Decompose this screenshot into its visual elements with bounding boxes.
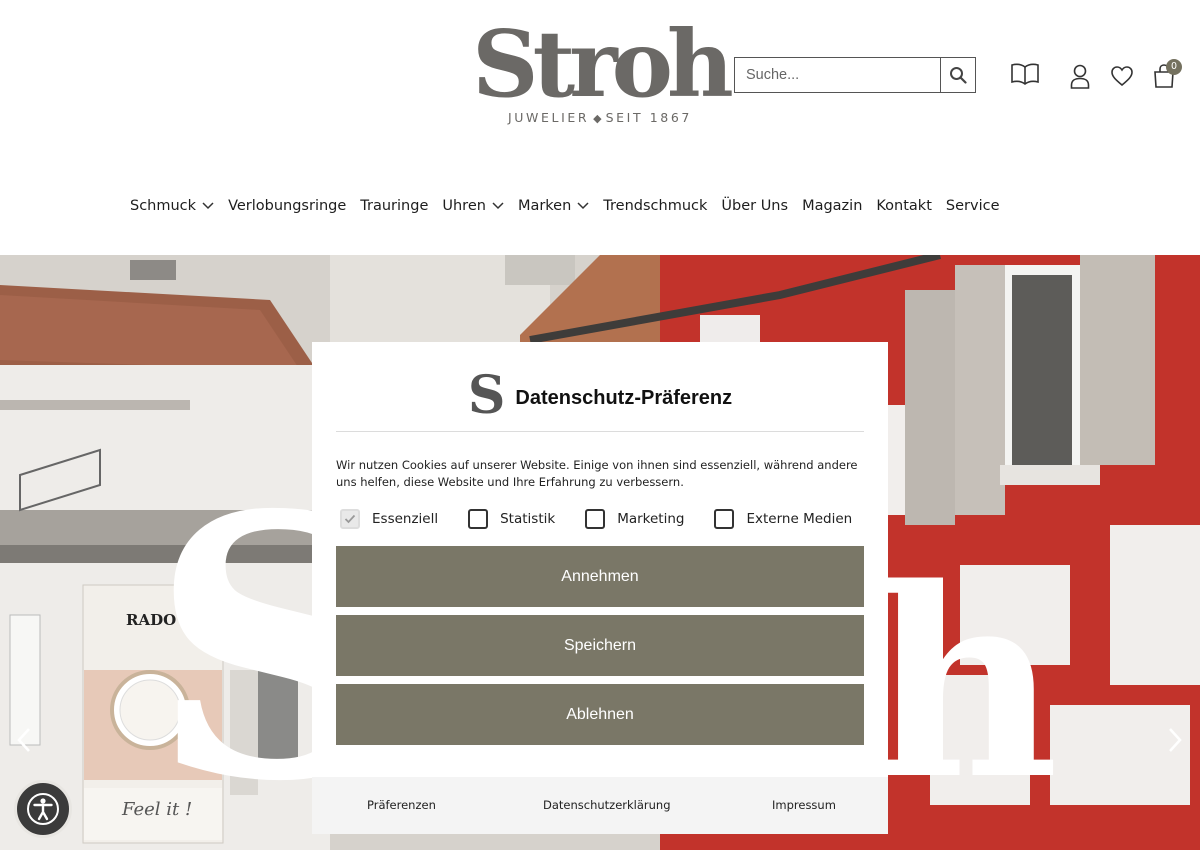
logo-wordmark: Stroh bbox=[472, 10, 734, 118]
nav-item-label: Trauringe bbox=[360, 198, 429, 214]
imprint-link[interactable]: Impressum bbox=[772, 798, 836, 812]
nav-item-label: Uhren bbox=[442, 198, 486, 214]
decline-button[interactable]: Ablehnen bbox=[336, 684, 864, 745]
nav-item-label: Über Uns bbox=[721, 198, 789, 214]
search-icon bbox=[950, 67, 967, 84]
checkbox-marketing[interactable]: Marketing bbox=[585, 509, 684, 529]
checkbox-box bbox=[340, 509, 360, 529]
accessibility-icon bbox=[27, 793, 59, 825]
poster-brand: RADO bbox=[126, 611, 176, 629]
nav-item-label: Kontakt bbox=[876, 198, 932, 214]
chevron-down-icon bbox=[492, 202, 504, 210]
logo-tagline-right: SEIT 1867 bbox=[605, 110, 692, 125]
nav-item-magazin[interactable]: Magazin bbox=[802, 198, 862, 214]
checkbox-statistik[interactable]: Statistik bbox=[468, 509, 555, 529]
search-box bbox=[734, 57, 976, 93]
checkbox-box[interactable] bbox=[468, 509, 489, 529]
checkbox-externe-medien[interactable]: Externe Medien bbox=[714, 509, 852, 529]
accessibility-button[interactable] bbox=[14, 780, 72, 838]
checkbox-label: Statistik bbox=[500, 511, 556, 527]
dialog-title: Datenschutz-Präferenz bbox=[515, 387, 733, 409]
poster-tagline: Feel it ! bbox=[121, 799, 192, 820]
cart-button[interactable]: 0 bbox=[1149, 59, 1182, 92]
account-icon bbox=[1070, 64, 1090, 89]
nav-item-marken[interactable]: Marken bbox=[518, 198, 589, 214]
checkbox-essenziell: Essenziell bbox=[340, 509, 438, 529]
checkbox-label: Marketing bbox=[617, 511, 685, 527]
checkbox-label: Essenziell bbox=[372, 511, 439, 527]
wishlist-button[interactable] bbox=[1107, 60, 1137, 92]
nav-item-schmuck[interactable]: Schmuck bbox=[130, 198, 214, 214]
nav-item-label: Service bbox=[945, 198, 1000, 214]
nav-item-uhren[interactable]: Uhren bbox=[442, 198, 504, 214]
chevron-left-icon bbox=[17, 728, 30, 752]
dialog-logo: S bbox=[467, 364, 506, 426]
stroh-logo[interactable]: Stroh JUWELIER ◆ SEIT 1867 bbox=[460, 18, 740, 130]
checkmark-icon bbox=[344, 514, 356, 524]
account-button[interactable] bbox=[1065, 60, 1095, 92]
dialog-header: S Datenschutz-Präferenz bbox=[336, 366, 864, 432]
checkbox-label: Externe Medien bbox=[746, 511, 853, 527]
cookie-consent-dialog: S Datenschutz-Präferenz Wir nutzen Cooki… bbox=[312, 342, 888, 834]
catalog-book-icon bbox=[1011, 63, 1039, 85]
nav-item-label: Magazin bbox=[802, 198, 863, 214]
logo-tagline-left: JUWELIER bbox=[508, 110, 590, 125]
nav-item-verlobungsringe[interactable]: Verlobungsringe bbox=[228, 198, 346, 214]
cart-count-badge: 0 bbox=[1166, 59, 1182, 75]
wishlist-heart-icon bbox=[1111, 66, 1133, 87]
checkbox-box[interactable] bbox=[714, 509, 735, 529]
site-header: Stroh JUWELIER ◆ SEIT 1867 Suche... 0 Sc… bbox=[0, 0, 1200, 255]
nav-item-über-uns[interactable]: Über Uns bbox=[721, 198, 788, 214]
slider-next-button[interactable] bbox=[1163, 725, 1187, 755]
save-button[interactable]: Speichern bbox=[336, 615, 864, 676]
cookie-category-checkboxes: Essenziell Statistik Marketing Externe Medi… bbox=[340, 509, 852, 529]
dialog-description: Wir nutzen Cookies auf unserer Website. … bbox=[336, 458, 858, 489]
logo-tagline: JUWELIER ◆ SEIT 1867 bbox=[460, 110, 740, 125]
nav-item-kontakt[interactable]: Kontakt bbox=[876, 198, 932, 214]
svg-text:h: h bbox=[870, 532, 1059, 837]
catalog-button[interactable] bbox=[1010, 58, 1040, 90]
search-button[interactable] bbox=[940, 58, 975, 92]
nav-item-label: Verlobungsringe bbox=[228, 198, 347, 214]
checkbox-box[interactable] bbox=[585, 509, 606, 529]
privacy-policy-link[interactable]: Datenschutzerklärung bbox=[543, 798, 671, 812]
nav-item-label: Trendschmuck bbox=[603, 198, 708, 214]
nav-item-service[interactable]: Service bbox=[946, 198, 1000, 214]
nav-item-trendschmuck[interactable]: Trendschmuck bbox=[603, 198, 707, 214]
diamond-icon: ◆ bbox=[593, 112, 602, 125]
chevron-down-icon bbox=[202, 202, 214, 210]
preferences-link[interactable]: Präferenzen bbox=[367, 798, 436, 812]
chevron-down-icon bbox=[577, 202, 589, 210]
main-navigation: Schmuck Verlobungsringe Trauringe Uhren Mark… bbox=[130, 194, 1014, 218]
nav-item-trauringe[interactable]: Trauringe bbox=[360, 198, 428, 214]
slider-prev-button[interactable] bbox=[12, 725, 36, 755]
dialog-footer: Präferenzen Datenschutzerklärung Impress… bbox=[312, 777, 888, 834]
search-input[interactable] bbox=[735, 58, 940, 92]
accept-button[interactable]: Annehmen bbox=[336, 546, 864, 607]
nav-item-label: Schmuck bbox=[130, 198, 197, 214]
nav-item-label: Marken bbox=[517, 198, 572, 214]
chevron-right-icon bbox=[1169, 728, 1182, 752]
